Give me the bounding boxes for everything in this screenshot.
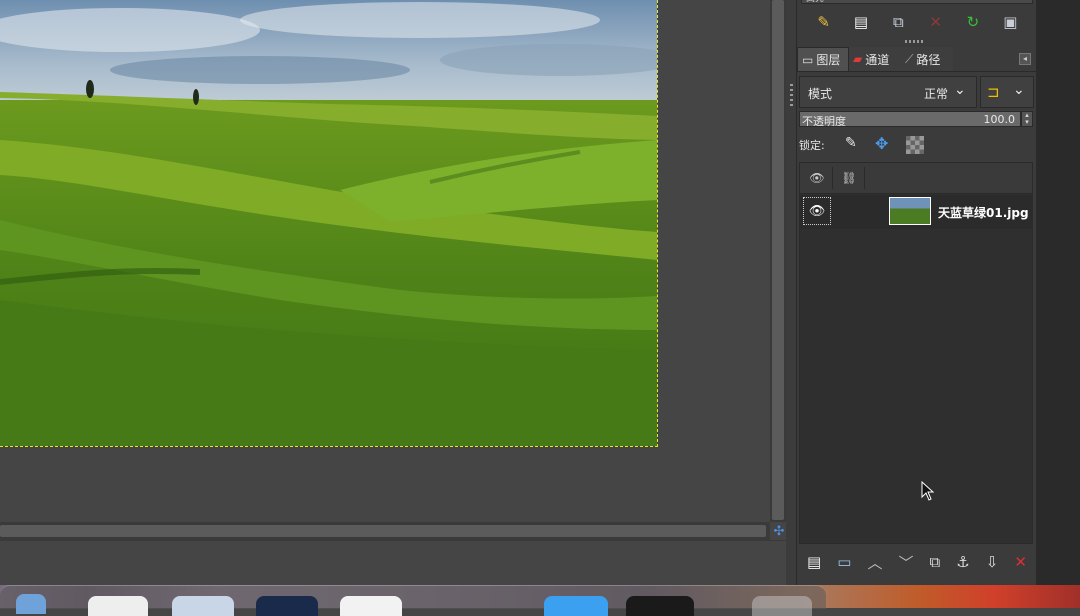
composite-mode-icon: ⊐	[987, 83, 1000, 101]
mail-app-icon[interactable]	[544, 596, 608, 616]
layers-dock: 高亮 ✎ ▤ ⧉ ✕ ↻ ▣ ▭ 图层 ▰ 通道 ⟋ 路径 ◂ 模式 正常 ⌄ …	[796, 0, 1037, 585]
image-canvas[interactable]	[0, 0, 658, 447]
mode-label: 模式	[808, 87, 833, 101]
opacity-row: 不透明度 100.0 ▴ ▾	[799, 111, 1035, 127]
tab-channels[interactable]: ▰ 通道	[849, 47, 901, 71]
layer-row[interactable]: 👁 天蓝草绿01.jpg	[800, 195, 1032, 229]
eye-icon[interactable]: 👁	[803, 197, 831, 225]
gimp-app-icon[interactable]	[256, 596, 318, 616]
lock-pixels-icon[interactable]: ✎	[845, 135, 857, 151]
horizontal-scrollbar-thumb[interactable]	[0, 525, 766, 537]
navigate-icon[interactable]: ✣	[771, 524, 787, 540]
chevron-down-icon: ⌄	[1013, 82, 1025, 98]
new-image-icon[interactable]: ▤	[850, 11, 872, 33]
tab-menu-icon[interactable]: ◂	[1019, 53, 1031, 65]
layers-list-header: 👁 ⛓	[800, 163, 1032, 194]
layer-thumbnail	[889, 197, 931, 225]
dock-tabs: ▭ 图层 ▰ 通道 ⟋ 路径	[797, 47, 1037, 71]
edit-layer-icon[interactable]: ✎	[813, 11, 835, 33]
lock-label: 锁定:	[799, 139, 825, 152]
new-layer-group-icon[interactable]: ▭	[837, 553, 851, 571]
save-icon[interactable]: ▣	[999, 11, 1021, 33]
mode-row: 模式 正常 ⌄ ⊐ ⌄	[799, 76, 1035, 108]
divider-grip-icon	[790, 84, 793, 108]
layers-icon: ▭	[802, 52, 814, 67]
lock-position-icon[interactable]: ✥	[875, 134, 888, 153]
preview-app-icon[interactable]	[16, 594, 46, 614]
tab-label: 路径	[916, 52, 941, 67]
opacity-value: 100.0	[983, 113, 1016, 126]
dock-shelf	[0, 585, 826, 616]
lock-row: 锁定: ✎ ✥	[799, 134, 1035, 156]
top-selector[interactable]: 高亮	[801, 0, 1033, 4]
dock-toolbar: ✎ ▤ ⧉ ✕ ↻ ▣	[797, 8, 1037, 36]
status-bar	[0, 540, 790, 586]
merge-down-icon[interactable]: ⇩	[986, 553, 999, 571]
opacity-spinner[interactable]: ▴ ▾	[1021, 111, 1033, 127]
window-edge	[1036, 0, 1080, 585]
app-store-icon[interactable]	[340, 596, 402, 616]
composite-mode-select[interactable]: ⊐ ⌄	[980, 76, 1034, 108]
opacity-label: 不透明度	[802, 115, 846, 127]
terminal-app-icon[interactable]	[626, 596, 694, 616]
landscape-image	[0, 0, 657, 446]
tab-layers[interactable]: ▭ 图层	[797, 47, 849, 71]
duplicate-layer-icon[interactable]: ⧉	[930, 553, 941, 571]
opacity-slider[interactable]: 不透明度 100.0	[799, 111, 1021, 127]
layers-toolbar: ▤ ▭ ︿ ﹀ ⧉ ⚓ ⇩ ✕	[797, 548, 1037, 576]
vertical-scrollbar-thumb[interactable]	[772, 0, 784, 520]
tab-label: 图层	[816, 53, 841, 67]
delete-layer-icon[interactable]: ✕	[1014, 553, 1027, 571]
vertical-scrollbar[interactable]	[770, 0, 786, 522]
paths-icon: ⟋	[905, 51, 914, 66]
duplicate-icon[interactable]: ⧉	[887, 11, 909, 33]
tab-paths[interactable]: ⟋ 路径	[901, 47, 953, 71]
horizontal-scrollbar[interactable]	[0, 522, 770, 540]
visibility-header-icon[interactable]: 👁	[802, 167, 833, 189]
dock-grip-icon[interactable]	[905, 40, 925, 43]
refresh-icon[interactable]: ↻	[962, 11, 984, 33]
tab-label: 通道	[865, 52, 890, 67]
trash-icon[interactable]	[752, 596, 812, 616]
textedit-app-icon[interactable]	[88, 596, 148, 616]
canvas-area[interactable]	[0, 0, 770, 522]
layers-list[interactable]: 👁 ⛓ 👁 天蓝草绿01.jpg	[799, 162, 1033, 544]
lock-alpha-icon[interactable]	[906, 136, 924, 154]
layer-name[interactable]: 天蓝草绿01.jpg	[938, 204, 1029, 221]
mode-select[interactable]: 模式 正常 ⌄	[799, 76, 977, 108]
raise-layer-icon[interactable]: ︿	[867, 552, 882, 573]
mouse-cursor-icon	[921, 481, 935, 501]
lower-layer-icon[interactable]: ﹀	[899, 552, 914, 573]
mode-value: 正常	[924, 87, 949, 101]
tabs-divider	[797, 71, 1037, 72]
anchor-layer-icon[interactable]: ⚓	[956, 553, 969, 571]
channels-icon: ▰	[853, 52, 863, 66]
chevron-down-icon: ⌄	[954, 82, 966, 98]
new-layer-icon[interactable]: ▤	[807, 553, 821, 571]
delete-icon[interactable]: ✕	[925, 11, 947, 33]
finder-app-icon[interactable]	[172, 596, 234, 616]
link-header-icon[interactable]: ⛓	[834, 167, 865, 189]
macos-dock	[0, 585, 1080, 616]
